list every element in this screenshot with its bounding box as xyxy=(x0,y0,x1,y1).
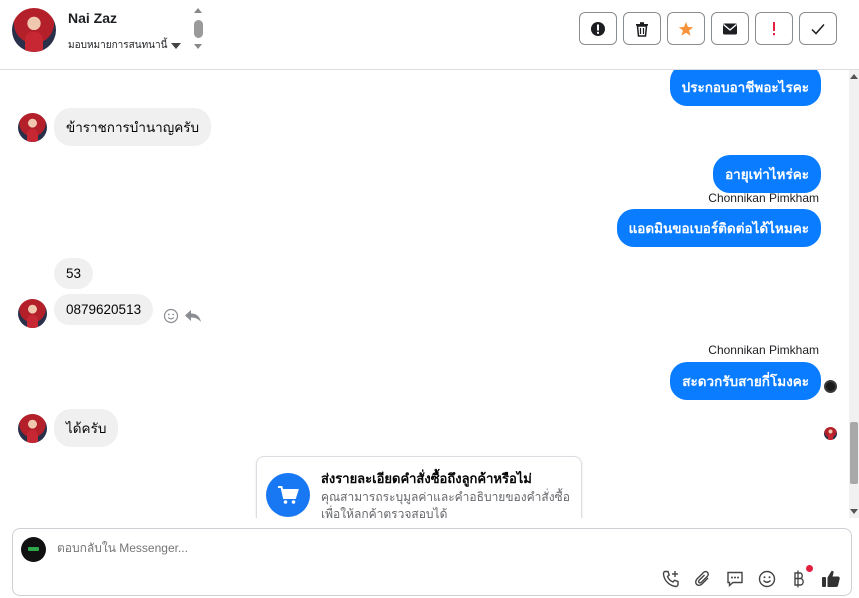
trash-icon xyxy=(636,21,648,37)
scroll-up-icon[interactable] xyxy=(194,8,202,13)
contact-name[interactable]: Nai Zaz xyxy=(68,10,117,26)
outgoing-message[interactable]: ประกอบอาชีพอะไรคะ xyxy=(669,70,821,106)
contact-avatar-small xyxy=(18,299,47,328)
thread-scrollbar[interactable] xyxy=(849,70,859,518)
reply-icon[interactable] xyxy=(184,308,202,324)
composer-tools xyxy=(661,565,841,589)
assign-label: มอบหมายการสนทนานี้ xyxy=(68,40,168,51)
notification-dot xyxy=(806,565,813,572)
follow-up-button[interactable] xyxy=(755,12,793,45)
incoming-message[interactable]: ข้าราชการบำนาญครับ xyxy=(54,108,212,146)
scroll-up-icon[interactable] xyxy=(850,74,858,79)
smiley-icon xyxy=(758,570,776,588)
call-button[interactable] xyxy=(661,569,681,589)
reply-input[interactable] xyxy=(57,541,757,555)
incoming-message[interactable]: 53 xyxy=(54,258,94,289)
message-thread[interactable]: ประกอบอาชีพอะไรคะ ข้าราชการบำนาญครับ อาย… xyxy=(0,70,859,518)
header-mini-scrollbar[interactable] xyxy=(193,8,205,54)
alert-icon xyxy=(591,21,605,36)
star-icon xyxy=(678,21,694,36)
incoming-message[interactable]: 0879620513 xyxy=(54,294,154,325)
baht-icon xyxy=(794,570,804,588)
emoji-button[interactable] xyxy=(757,569,777,589)
payment-button[interactable] xyxy=(789,565,813,589)
card-icon-circle xyxy=(266,473,310,517)
outgoing-message[interactable]: สะดวกรับสายกี่โมงคะ xyxy=(670,362,821,400)
scroll-down-icon[interactable] xyxy=(850,509,858,514)
incoming-message[interactable]: ได้ครับ xyxy=(54,409,119,447)
order-details-card[interactable]: ส่งรายละเอียดคำสั่งซื้อถึงลูกค้าหรือไม่ … xyxy=(256,456,582,518)
saved-replies-button[interactable] xyxy=(725,569,745,589)
paperclip-icon xyxy=(695,570,709,587)
outgoing-message[interactable]: แอดมินขอเบอร์ติดต่อได้ไหมคะ xyxy=(616,209,821,247)
exclamation-icon xyxy=(773,21,775,35)
page-avatar xyxy=(21,537,46,562)
mark-unread-button[interactable] xyxy=(711,12,749,45)
sender-name: Chonnikan Pimkham xyxy=(708,343,819,357)
contact-avatar[interactable] xyxy=(12,8,56,52)
mark-done-button[interactable] xyxy=(799,12,837,45)
card-title: ส่งรายละเอียดคำสั่งซื้อถึงลูกค้าหรือไม่ xyxy=(321,471,532,486)
attach-button[interactable] xyxy=(693,569,713,589)
reply-composer xyxy=(12,528,852,596)
emoji-react-icon[interactable] xyxy=(163,308,179,324)
chat-bubble-icon xyxy=(727,571,743,588)
card-description: คุณสามารถระบุมูลค่าและคำอธิบายของคำสั่งซ… xyxy=(321,490,570,518)
thumbs-up-icon xyxy=(822,570,840,587)
contact-avatar-small xyxy=(18,113,47,142)
sender-name: Chonnikan Pimkham xyxy=(708,191,819,205)
envelope-icon xyxy=(723,23,737,34)
scroll-thumb[interactable] xyxy=(850,422,858,484)
conversation-header: Nai Zaz มอบหมายการสนทนานี้ xyxy=(0,0,859,70)
phone-plus-icon xyxy=(662,570,679,588)
assign-conversation-dropdown[interactable]: มอบหมายการสนทนานี้ xyxy=(68,38,182,53)
caret-down-icon xyxy=(171,42,182,49)
scroll-thumb[interactable] xyxy=(194,20,203,38)
star-button[interactable] xyxy=(667,12,705,45)
messenger-inbox: Nai Zaz มอบหมายการสนทนานี้ ประกอบอาชีพอะ… xyxy=(0,0,859,598)
like-button[interactable] xyxy=(821,569,841,589)
read-receipt-avatar xyxy=(824,427,837,440)
check-icon xyxy=(811,23,825,35)
shopping-cart-icon xyxy=(278,486,299,504)
mark-spam-button[interactable] xyxy=(579,12,617,45)
conversation-actions xyxy=(579,12,837,45)
outgoing-message[interactable]: อายุเท่าไหร่คะ xyxy=(713,155,821,193)
delete-button[interactable] xyxy=(623,12,661,45)
contact-avatar-small xyxy=(18,414,47,443)
seen-indicator xyxy=(824,380,837,393)
scroll-down-icon[interactable] xyxy=(194,44,202,49)
